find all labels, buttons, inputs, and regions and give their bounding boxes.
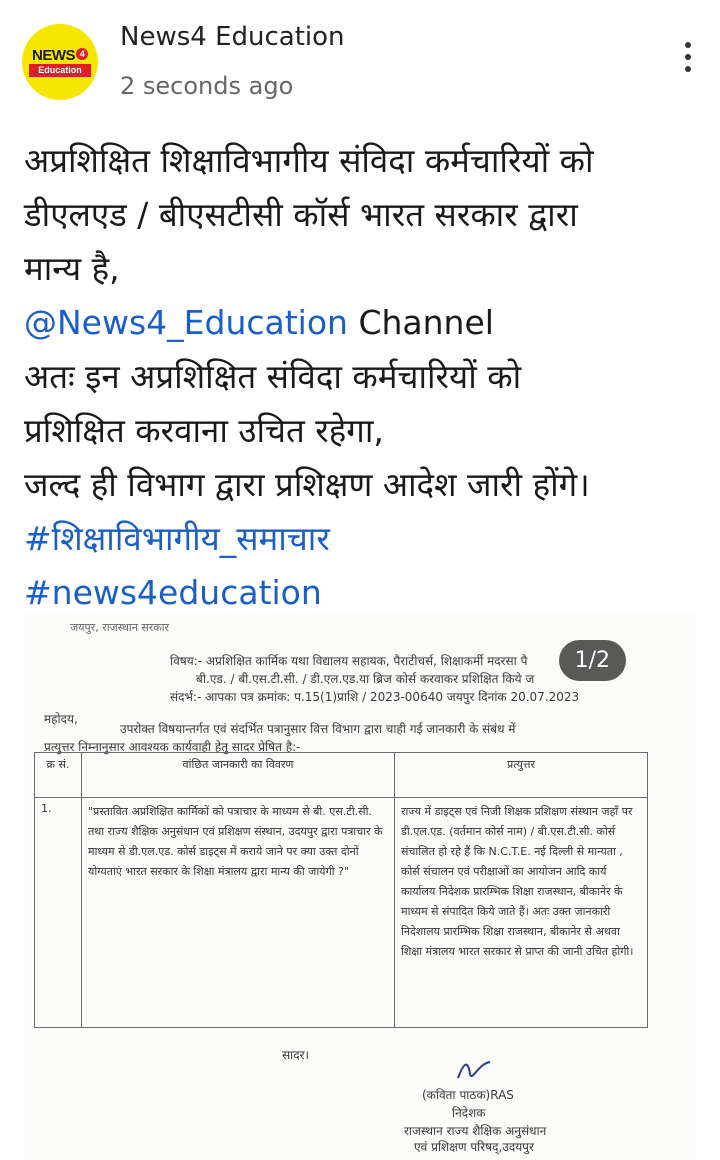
hashtag-link[interactable]: #news4education bbox=[24, 566, 704, 620]
mention-line: @News4_Education Channel bbox=[24, 296, 704, 350]
post-timestamp: 2 seconds ago bbox=[120, 72, 294, 100]
channel-avatar[interactable]: NEWS 4 Education bbox=[22, 24, 98, 100]
doc-table-header: वांछित जानकारी का विवरण bbox=[81, 752, 395, 798]
image-counter: 1/2 bbox=[558, 640, 626, 681]
doc-signatory-title: निदेशक bbox=[452, 1106, 486, 1120]
signature-icon bbox=[457, 1061, 491, 1079]
mention-suffix: Channel bbox=[347, 303, 494, 342]
post-line: प्रशिक्षित करवाना उचित रहेगा, bbox=[24, 411, 384, 450]
post-line: मान्य है, bbox=[24, 249, 120, 288]
post-header: NEWS 4 Education News4 Education 2 second… bbox=[0, 0, 720, 120]
doc-table-cell: 1. bbox=[34, 797, 82, 1028]
doc-top-line: जयपुर, राजस्थान सरकार bbox=[70, 621, 170, 634]
post-image[interactable]: जयपुर, राजस्थान सरकार विषय:- अप्रशिक्षित… bbox=[24, 614, 696, 1160]
doc-reference: संदर्भ:- आपका पत्र क्रमांक: प.15(1)प्राश… bbox=[170, 690, 580, 704]
doc-signatory-org: एवं प्रशिक्षण परिषद्,उदयपुर bbox=[414, 1140, 534, 1154]
document-scan: जयपुर, राजस्थान सरकार विषय:- अप्रशिक्षित… bbox=[24, 614, 696, 1160]
doc-signatory-name: (कविता पाठक)RAS bbox=[422, 1088, 514, 1102]
doc-table-header: क्र सं. bbox=[34, 752, 82, 798]
doc-signatory-org: राजस्थान राज्य शैक्षिक अनुसंधान bbox=[404, 1124, 547, 1138]
more-vertical-icon[interactable] bbox=[676, 42, 700, 82]
doc-paragraph: उपरोक्त विषयान्तर्गत एवं संदर्भित पत्रान… bbox=[120, 722, 516, 736]
logo-badge: 4 bbox=[76, 47, 88, 60]
news4-logo: NEWS 4 Education bbox=[29, 46, 91, 77]
doc-subject-line: विषय:- अप्रशिक्षित कार्मिक यथा विद्यालय … bbox=[170, 654, 528, 668]
logo-news-text: NEWS bbox=[32, 46, 76, 64]
doc-closing: सादर। bbox=[282, 1048, 310, 1062]
post-line: अतः इन अप्रशिक्षित संविदा कर्मचारियों को bbox=[24, 357, 522, 396]
post-line: अप्रशिक्षित शिक्षाविभागीय संविदा कर्मचार… bbox=[24, 141, 594, 180]
hashtag-link[interactable]: #शिक्षाविभागीय_समाचार bbox=[24, 512, 704, 566]
doc-table-cell: राज्य में डाइट्स एवं निजी शिक्षक प्रशिक्… bbox=[394, 797, 648, 1028]
doc-table: क्र सं. वांछित जानकारी का विवरण प्रत्युत… bbox=[34, 752, 648, 1028]
channel-mention-link[interactable]: @News4_Education bbox=[24, 303, 348, 342]
doc-answer: राज्य में डाइट्स एवं निजी शिक्षक प्रशिक्… bbox=[401, 805, 634, 958]
doc-table-cell: "प्रस्तावित अप्रशिक्षित कार्मिकों को पत्… bbox=[81, 797, 395, 1028]
doc-table-header: प्रत्युत्तर bbox=[394, 752, 648, 798]
doc-subject-line: बी.एड. / बी.एस.टी.सी. / डी.एल.एड.या ब्रि… bbox=[196, 672, 535, 686]
post-text: अप्रशिक्षित शिक्षाविभागीय संविदा कर्मचार… bbox=[24, 134, 704, 620]
post-line: डीएलएड / बीएसटीसी कॉर्स भारत सरकार द्वार… bbox=[24, 195, 578, 234]
logo-education-text: Education bbox=[29, 63, 91, 77]
doc-salutation: महोदय, bbox=[44, 712, 78, 726]
doc-question: "प्रस्तावित अप्रशिक्षित कार्मिकों को पत्… bbox=[88, 805, 383, 878]
channel-name[interactable]: News4 Education bbox=[120, 22, 345, 52]
post-line: जल्द ही विभाग द्वारा प्रशिक्षण आदेश जारी… bbox=[24, 465, 590, 504]
